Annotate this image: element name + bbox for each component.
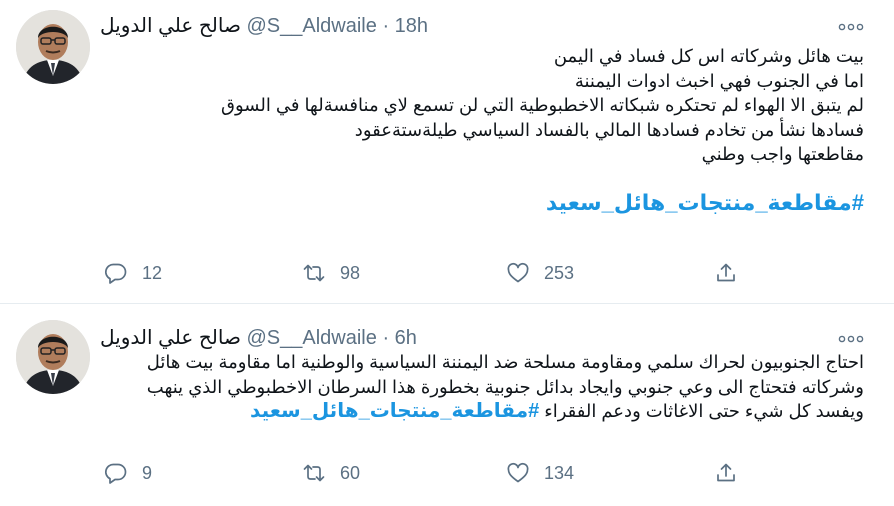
more-horizontal-icon (838, 23, 864, 31)
tweet-time[interactable]: 6h (395, 327, 417, 349)
author-handle[interactable]: @S__Aldwaile (247, 15, 377, 37)
tweet-text: بيت هائل وشركاته اس كل فساد في اليمن اما… (100, 44, 864, 215)
more-options-button[interactable] (838, 330, 864, 348)
tweet[interactable]: صالح علي الدويل @S__Aldwaile · 6h احتاج … (0, 304, 894, 506)
avatar-portrait-icon (16, 320, 90, 394)
tweet[interactable]: صالح علي الدويل @S__Aldwaile · 18h بيت ه… (0, 0, 894, 304)
reply-count: 12 (142, 262, 163, 283)
tweet-text-segment: ويفسد كل شيء حتى الاغاثات ودعم الفقراء (544, 401, 864, 421)
like-button[interactable]: 134 (506, 458, 574, 488)
tweet-text-line: اما في الجنوب فهي اخبث ادوات اليمننة (574, 70, 864, 91)
retweet-icon (303, 464, 325, 482)
tweet-actions: 9 60 134 (104, 458, 784, 488)
tweet-text-line: وشركاته فتحتاج الى وعي جنوبي وايجاد بدائ… (146, 376, 864, 397)
retweet-button[interactable]: 60 (302, 458, 360, 488)
tweet-text-line: لم يتبق الا الهواء لم تحتكره شبكاته الاخ… (221, 95, 864, 115)
heart-icon (507, 262, 529, 283)
share-upload-icon (717, 463, 735, 482)
tweet-time[interactable]: 18h (395, 15, 428, 37)
like-button[interactable]: 253 (506, 258, 574, 288)
tweet-text: احتاج الجنوبيون لحراك سلمي ومقاومة مسلحة… (100, 350, 864, 424)
reply-bubble-icon (104, 263, 127, 284)
retweet-count: 98 (340, 262, 361, 283)
tweet-actions: 12 98 253 (104, 258, 784, 288)
reply-bubble-icon (104, 463, 127, 484)
hashtag-link[interactable]: #مقاطعة_منتجات_هائل_سعيد (250, 400, 539, 422)
retweet-count: 60 (340, 462, 361, 483)
separator-dot: · (382, 15, 390, 37)
more-options-button[interactable] (838, 18, 864, 36)
tweet-header: صالح علي الدويل @S__Aldwaile · 18h (100, 12, 428, 40)
heart-icon (507, 462, 529, 483)
author-handle[interactable]: @S__Aldwaile (247, 327, 377, 349)
hashtag-link[interactable]: #مقاطعة_منتجات_هائل_سعيد (546, 190, 864, 215)
reply-count: 9 (142, 462, 153, 483)
more-horizontal-icon (838, 335, 864, 343)
avatar[interactable] (16, 10, 90, 84)
share-upload-icon (717, 263, 735, 282)
avatar-portrait-icon (16, 10, 90, 84)
share-button[interactable] (714, 258, 738, 288)
avatar[interactable] (16, 320, 90, 394)
separator-dot: · (382, 327, 390, 349)
tweet-header: صالح علي الدويل @S__Aldwaile · 6h (100, 324, 417, 352)
share-button[interactable] (714, 458, 738, 488)
reply-button[interactable]: 12 (104, 258, 162, 288)
tweet-text-line: مقاطعتها واجب وطني (701, 144, 864, 164)
reply-button[interactable]: 9 (104, 458, 152, 488)
tweet-text-line: بيت هائل وشركاته اس كل فساد في اليمن (553, 46, 864, 66)
like-count: 253 (544, 262, 575, 283)
tweet-feed: صالح علي الدويل @S__Aldwaile · 18h بيت ه… (0, 0, 894, 506)
tweet-text-line: ويفسد كل شيء حتى الاغاثات ودعم الفقراء #… (100, 399, 864, 424)
author-name[interactable]: صالح علي الدويل (100, 15, 241, 37)
tweet-text-line: احتاج الجنوبيون لحراك سلمي ومقاومة مسلحة… (146, 352, 864, 372)
like-count: 134 (544, 462, 575, 483)
retweet-icon (303, 264, 325, 282)
retweet-button[interactable]: 98 (302, 258, 360, 288)
author-name[interactable]: صالح علي الدويل (100, 327, 241, 349)
tweet-text-line: فسادها نشأ من تخادم فسادها المالي بالفسا… (354, 119, 864, 140)
